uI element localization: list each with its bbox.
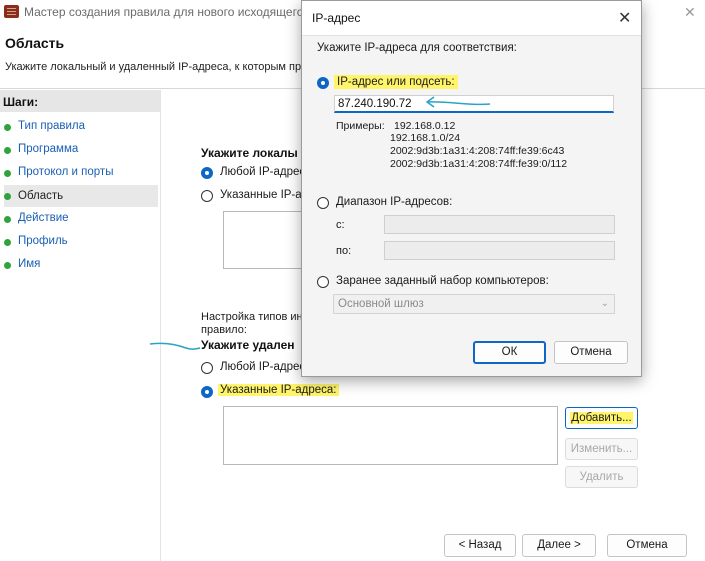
step-label: Действие bbox=[18, 212, 69, 224]
subnet-option-radio[interactable] bbox=[317, 77, 329, 89]
steps-divider bbox=[160, 90, 161, 561]
step-bullet-icon bbox=[4, 262, 11, 269]
examples-label: Примеры: bbox=[336, 120, 385, 132]
customize-text-line1: Настройка типов ин bbox=[201, 311, 303, 323]
local-ip-heading: Укажите локалы bbox=[201, 146, 298, 160]
annotation-arrow-ip bbox=[425, 96, 491, 108]
step-bullet-icon bbox=[4, 147, 11, 154]
step-profile[interactable]: Профиль bbox=[4, 233, 158, 251]
predefined-option-radio[interactable] bbox=[317, 276, 329, 288]
step-label: Имя bbox=[18, 258, 41, 270]
ip-address-dialog: IP-адрес ✕ Укажите IP-адреса для соответ… bbox=[301, 0, 642, 377]
step-scope[interactable]: Область bbox=[4, 185, 158, 207]
range-from-label: с: bbox=[336, 219, 345, 231]
step-action[interactable]: Действие bbox=[4, 210, 158, 228]
page-title: Область bbox=[5, 35, 65, 51]
predefined-select[interactable]: Основной шлюз ⌄ bbox=[333, 294, 615, 314]
remote-any-ip-radio[interactable] bbox=[201, 362, 213, 374]
steps-header: Шаги: bbox=[0, 90, 160, 112]
dialog-title: IP-адрес bbox=[312, 11, 361, 25]
step-bullet-icon bbox=[4, 239, 11, 246]
local-specific-ip-radio[interactable] bbox=[201, 190, 213, 202]
dialog-ok-button[interactable]: ОК bbox=[473, 341, 546, 364]
subnet-option-label: IP-адрес или подсеть: bbox=[334, 75, 458, 89]
customize-text-line2: правило: bbox=[201, 324, 247, 336]
range-to-label: по: bbox=[336, 245, 352, 257]
chevron-down-icon: ⌄ bbox=[600, 298, 609, 309]
edit-button[interactable]: Изменить... bbox=[565, 438, 638, 460]
add-button[interactable]: Добавить... bbox=[565, 407, 638, 429]
wizard-cancel-button[interactable]: Отмена bbox=[607, 534, 687, 557]
step-label: Программа bbox=[18, 143, 79, 155]
range-option-radio[interactable] bbox=[317, 197, 329, 209]
add-button-label: Добавить... bbox=[570, 412, 633, 424]
remote-ip-heading: Укажите удален bbox=[201, 338, 295, 352]
next-button[interactable]: Далее > bbox=[522, 534, 596, 557]
predefined-option-label: Заранее заданный набор компьютеров: bbox=[336, 275, 549, 287]
wizard-close-icon[interactable]: ✕ bbox=[684, 4, 696, 21]
remote-any-ip-label: Любой IP-адрес bbox=[220, 361, 306, 373]
dialog-cancel-button[interactable]: Отмена bbox=[554, 341, 628, 364]
step-bullet-icon bbox=[4, 170, 11, 177]
page-description: Укажите локальный и удаленный IP-адреса,… bbox=[5, 61, 308, 73]
wizard-title: Мастер создания правила для нового исход… bbox=[24, 5, 304, 19]
steps-header-label: Шаги: bbox=[3, 95, 39, 109]
example-ip: 2002:9d3b:1a31:4:208:74ff:fe39:6c43 bbox=[390, 145, 565, 157]
step-bullet-icon bbox=[4, 193, 11, 200]
predefined-select-value: Основной шлюз bbox=[338, 298, 424, 310]
remove-button[interactable]: Удалить bbox=[565, 466, 638, 488]
local-any-ip-radio[interactable] bbox=[201, 167, 213, 179]
step-bullet-icon bbox=[4, 124, 11, 131]
firewall-icon bbox=[4, 5, 19, 18]
step-label: Область bbox=[18, 190, 64, 202]
step-program[interactable]: Программа bbox=[4, 141, 158, 159]
example-ip: 192.168.1.0/24 bbox=[390, 132, 461, 144]
step-name[interactable]: Имя bbox=[4, 256, 158, 274]
local-any-ip-label: Любой IP-адрес bbox=[220, 166, 306, 178]
step-label: Профиль bbox=[18, 235, 68, 247]
remote-ip-list[interactable] bbox=[223, 406, 558, 465]
annotation-arrow-remote bbox=[149, 342, 201, 350]
step-bullet-icon bbox=[4, 216, 11, 223]
back-button[interactable]: < Назад bbox=[444, 534, 516, 557]
dialog-close-icon[interactable]: ✕ bbox=[618, 8, 631, 28]
step-label: Протокол и порты bbox=[18, 166, 114, 178]
step-label: Тип правила bbox=[18, 120, 86, 132]
range-option-label: Диапазон IP-адресов: bbox=[336, 196, 453, 208]
range-from-input[interactable] bbox=[384, 215, 615, 234]
example-ip: 192.168.0.12 bbox=[394, 120, 456, 132]
step-protocol-ports[interactable]: Протокол и порты bbox=[4, 164, 158, 182]
dialog-prompt: Укажите IP-адреса для соответствия: bbox=[317, 42, 517, 54]
range-to-input[interactable] bbox=[384, 241, 615, 260]
example-ip: 2002:9d3b:1a31:4:208:74ff:fe39:0/112 bbox=[390, 158, 568, 170]
remote-specific-ip-label: Указанные IP-адреса: bbox=[218, 384, 339, 396]
step-rule-type[interactable]: Тип правила bbox=[4, 118, 158, 136]
local-specific-ip-label: Указанные IP-а bbox=[220, 189, 302, 201]
remote-specific-ip-radio[interactable] bbox=[201, 386, 213, 398]
